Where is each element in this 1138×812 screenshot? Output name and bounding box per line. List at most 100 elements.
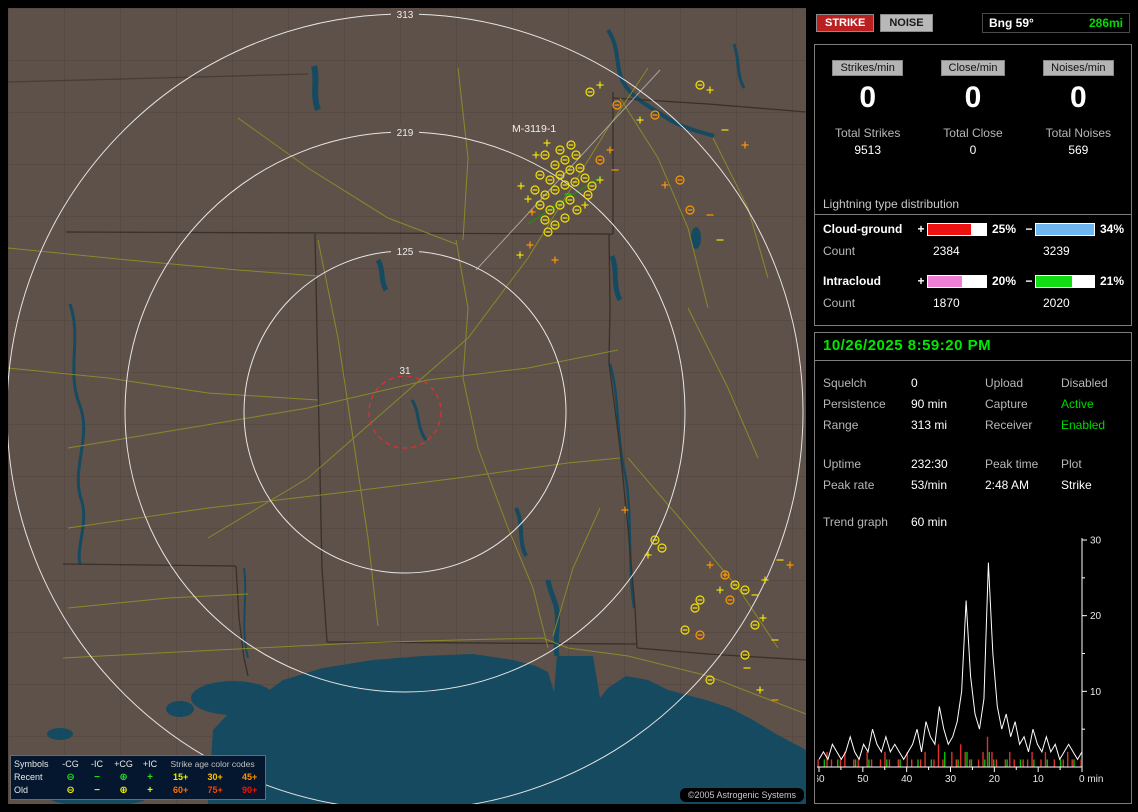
intracloud-counts: Count 1870 2020	[823, 296, 1131, 310]
peak-time-value: 2:48 AM	[985, 478, 1030, 492]
cloud-ground-row: Cloud-ground + 25% − 34%	[823, 222, 1131, 236]
legend-col-neg-cg: -CG	[62, 759, 79, 769]
ic-positive-pct: 20%	[992, 274, 1017, 288]
strike-indicator-button[interactable]: STRIKE	[816, 14, 875, 32]
svg-text:30: 30	[1090, 536, 1102, 547]
total-labels: Total Strikes Total Close Total Noises	[815, 126, 1131, 140]
legend-recent-row: Recent ⊖ − ⊕ + 15+ 30+ 45+	[14, 771, 262, 784]
ic-negative-count: 2020	[1043, 296, 1070, 310]
legend-col-pos-cg: +CG	[114, 759, 133, 769]
old-pos-ic-icon: +	[147, 785, 153, 796]
plus-sign: +	[917, 222, 925, 236]
bearing-range-value: 286mi	[1088, 16, 1123, 30]
cg-positive-bar	[927, 222, 987, 236]
uptime-label: Uptime	[823, 457, 862, 471]
svg-text:0 min: 0 min	[1079, 774, 1103, 785]
close-per-min-label: Close/min	[940, 60, 1006, 76]
strikes-per-min-label: Strikes/min	[832, 60, 903, 76]
squelch-value: 0	[911, 376, 918, 390]
ic-negative-bar	[1035, 274, 1095, 288]
noise-indicator-button[interactable]: NOISE	[880, 14, 933, 32]
total-close-label: Total Close	[943, 126, 1003, 140]
svg-text:60: 60	[817, 774, 825, 785]
trend-graph: 60 50 40 30 20 10 0 min 30 20 10	[817, 536, 1103, 785]
cloud-ground-label: Cloud-ground	[823, 222, 903, 236]
upload-status: Disabled	[1061, 376, 1108, 390]
ic-negative-pct: 21%	[1100, 274, 1125, 288]
statistics-panel: Strikes/min Close/min Noises/min 0 0 0 T…	[814, 44, 1132, 326]
svg-text:20: 20	[989, 774, 1001, 785]
cloud-ground-counts: Count 2384 3239	[823, 244, 1131, 258]
count-label: Count	[823, 244, 856, 258]
persistence-value: 90 min	[911, 397, 948, 411]
distribution-title: Lightning type distribution	[823, 197, 960, 211]
status-row-peak-rate: Peak rate 53/min 2:48 AM Strike	[815, 478, 1131, 492]
age-75: 75+	[207, 785, 223, 795]
old-neg-ic-icon: −	[94, 785, 100, 796]
status-row-uptime: Uptime 232:30 Peak time Plot	[815, 457, 1131, 471]
svg-text:313: 313	[397, 10, 414, 21]
svg-text:125: 125	[397, 247, 414, 258]
recent-neg-ic-icon: −	[94, 772, 100, 783]
capture-status: Active	[1061, 397, 1094, 411]
svg-text:10: 10	[1033, 774, 1045, 785]
close-per-min-value: 0	[964, 81, 982, 114]
peak-rate-label: Peak rate	[823, 478, 875, 492]
map-legend: Symbols -CG -IC +CG +IC Strike age color…	[10, 755, 266, 800]
bearing-display: Bng 59° 286mi	[982, 13, 1130, 33]
upload-label: Upload	[985, 376, 1024, 390]
old-pos-cg-icon: ⊕	[119, 785, 128, 796]
nexstorm-app: 313 219 125 31 M-3119-1 Symbols -CG -IC +CG…	[0, 0, 1138, 812]
intracloud-row: Intracloud + 20% − 21%	[823, 274, 1131, 288]
divider	[815, 214, 1131, 215]
age-90: 90+	[241, 785, 258, 795]
svg-text:20: 20	[1090, 611, 1102, 622]
map-area[interactable]: 313 219 125 31 M-3119-1 Symbols -CG -IC +CG…	[6, 8, 807, 811]
status-panel: 10/26/2025 8:59:20 PM Squelch 0 Upload D…	[814, 332, 1132, 804]
legend-recent-label: Recent	[14, 772, 43, 782]
recent-neg-cg-icon: ⊖	[66, 772, 75, 783]
intracloud-label: Intracloud	[823, 274, 882, 288]
noises-per-min-label: Noises/min	[1043, 60, 1114, 76]
bearing-value: Bng 59°	[989, 16, 1034, 30]
legend-old-row: Old ⊖ − ⊕ + 60+ 75+ 90+	[14, 784, 262, 797]
legend-header-row: Symbols -CG -IC +CG +IC Strike age color…	[14, 758, 262, 771]
total-noises-value: 569	[1068, 143, 1089, 157]
squelch-label: Squelch	[823, 376, 867, 390]
age-60: 60+	[172, 785, 189, 795]
age-45: 45+	[241, 772, 258, 782]
noises-per-min-value: 0	[1069, 81, 1087, 114]
peak-time-label: Peak time	[985, 457, 1039, 471]
total-values: 9513 0 569	[815, 143, 1131, 157]
cg-negative-pct: 34%	[1100, 222, 1125, 236]
trend-graph-label: Trend graph	[823, 515, 888, 529]
minus-sign: −	[1025, 274, 1033, 288]
minus-sign: −	[1025, 222, 1033, 236]
plot-label: Plot	[1061, 457, 1082, 471]
age-15: 15+	[172, 772, 189, 782]
ic-positive-bar	[927, 274, 987, 288]
count-label: Count	[823, 296, 856, 310]
legend-symbols-label: Symbols	[14, 759, 49, 769]
lightning-map[interactable]: 313 219 125 31 M-3119-1	[6, 8, 807, 811]
total-strikes-value: 9513	[854, 143, 882, 157]
old-neg-cg-icon: ⊖	[66, 785, 75, 796]
total-close-value: 0	[969, 143, 977, 157]
strikes-per-min-value: 0	[859, 81, 876, 114]
plus-sign: +	[917, 274, 925, 288]
side-panel: STRIKE NOISE Bng 59° 286mi Strikes/min C…	[812, 0, 1138, 812]
total-strikes-label: Total Strikes	[834, 126, 901, 140]
svg-text:31: 31	[399, 366, 411, 377]
copyright-text: ©2005 Astrogenic Systems	[679, 788, 804, 802]
rate-values: 0 0 0	[815, 82, 1131, 114]
age-30: 30+	[207, 772, 223, 782]
total-noises-label: Total Noises	[1045, 126, 1112, 140]
legend-col-pos-ic: +IC	[142, 759, 158, 769]
svg-text:10: 10	[1090, 687, 1102, 698]
range-value: 313 mi	[911, 418, 948, 432]
svg-text:30: 30	[945, 774, 957, 785]
status-row-persistence: Persistence 90 min Capture Active	[815, 397, 1131, 411]
datetime-display: 10/26/2025 8:59:20 PM	[815, 333, 1131, 361]
storm-cell-label: M-3119-1	[512, 123, 556, 135]
legend-col-neg-ic: -IC	[91, 759, 104, 769]
